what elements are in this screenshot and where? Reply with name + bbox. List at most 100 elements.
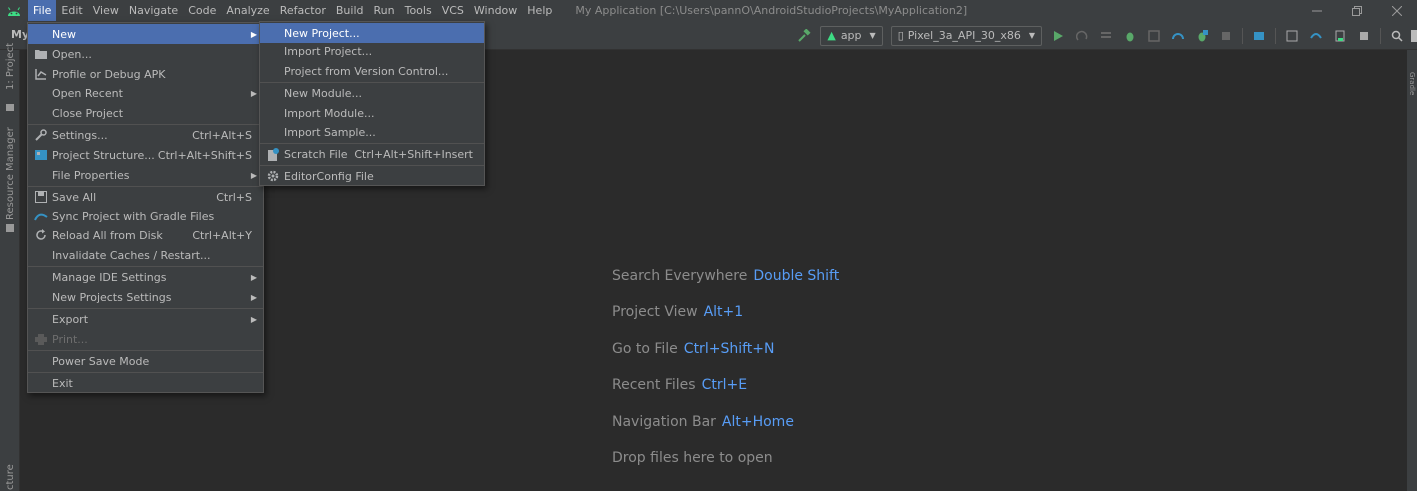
menu-file[interactable]: File — [28, 0, 57, 21]
run-configuration-select[interactable]: ▲ app ▼ — [820, 25, 883, 46]
file-menu-print: Print... — [28, 329, 263, 349]
file-menu-reload-all[interactable]: Reload All from Disk Ctrl+Alt+Y — [28, 225, 263, 245]
menu-item-label: Import Project... — [284, 44, 373, 58]
chevron-down-icon: ▼ — [869, 31, 876, 40]
hint-shortcut: Alt+1 — [703, 304, 744, 321]
toolbar-separator — [1275, 27, 1276, 44]
apply-changes-icon[interactable] — [1072, 26, 1092, 46]
layout-inspector-icon[interactable] — [1282, 26, 1302, 46]
new-menu-editorconfig-file[interactable]: EditorConfig File — [260, 166, 484, 186]
file-menu-open-recent[interactable]: Open Recent ▶ — [28, 83, 263, 103]
project-tool-window-tab[interactable]: 1: Project — [5, 43, 16, 90]
run-icon[interactable] — [1048, 26, 1068, 46]
file-menu-profile-debug-apk[interactable]: Profile or Debug APK — [28, 64, 263, 84]
right-tool-window-stripe: Gradle — [1407, 50, 1417, 491]
settings-sliver-icon[interactable] — [1409, 26, 1417, 46]
menu-item-label: Save All — [52, 190, 97, 204]
new-menu-new-module[interactable]: New Module... — [260, 83, 484, 103]
device-label: Pixel_3a_API_30_x86 — [907, 29, 1021, 42]
file-menu-file-properties[interactable]: File Properties ▶ — [28, 165, 263, 185]
file-menu-sync-gradle[interactable]: Sync Project with Gradle Files — [28, 206, 263, 226]
hint-recent-files: Recent Files Ctrl+E — [612, 377, 839, 413]
search-icon[interactable] — [1387, 26, 1407, 46]
menu-item-label: Sync Project with Gradle Files — [52, 209, 215, 223]
menu-navigate[interactable]: Navigate — [124, 0, 183, 21]
close-window-button[interactable] — [1377, 0, 1417, 21]
profile-icon[interactable] — [1168, 26, 1188, 46]
submenu-arrow-icon: ▶ — [250, 314, 257, 324]
menu-item-label: Reload All from Disk — [52, 228, 163, 242]
menu-item-shortcut: Ctrl+Alt+Shift+Insert — [354, 147, 473, 161]
new-menu-new-project[interactable]: New Project... — [260, 23, 484, 43]
file-menu-save-all[interactable]: Save All Ctrl+S — [28, 187, 263, 207]
hint-search-everywhere: Search Everywhere Double Shift — [612, 268, 839, 304]
apply-code-changes-icon[interactable] — [1096, 26, 1116, 46]
run-configuration-label: app — [840, 29, 862, 42]
menu-build[interactable]: Build — [331, 0, 369, 21]
submenu-arrow-icon: ▶ — [250, 29, 257, 39]
file-menu-invalidate-caches[interactable]: Invalidate Caches / Restart... — [28, 245, 263, 265]
new-menu-import-module[interactable]: Import Module... — [260, 103, 484, 123]
structure-tool-window-tab[interactable]: cture — [5, 464, 16, 490]
gear-icon — [265, 168, 281, 184]
file-menu-new[interactable]: New ▶ — [28, 24, 263, 44]
file-menu-close-project[interactable]: Close Project — [28, 103, 263, 123]
attach-debugger-icon[interactable] — [1192, 26, 1212, 46]
debug-bug-icon[interactable] — [1120, 26, 1140, 46]
hint-label: Search Everywhere — [612, 268, 748, 284]
hint-project-view: Project View Alt+1 — [612, 304, 839, 340]
menu-vcs[interactable]: VCS — [437, 0, 469, 21]
menu-item-label: New — [52, 27, 76, 41]
sync-gradle-icon — [33, 208, 49, 224]
restore-button[interactable] — [1337, 0, 1377, 21]
hint-drop-files: Drop files here to open — [612, 450, 839, 486]
save-icon — [33, 189, 49, 205]
file-menu-exit[interactable]: Exit — [28, 373, 263, 393]
submenu-arrow-icon: ▶ — [250, 88, 257, 98]
new-menu-import-sample[interactable]: Import Sample... — [260, 122, 484, 142]
file-menu-export[interactable]: Export ▶ — [28, 309, 263, 329]
menu-item-label: Profile or Debug APK — [52, 67, 166, 81]
menu-analyze[interactable]: Analyze — [221, 0, 274, 21]
device-select[interactable]: ▯ Pixel_3a_API_30_x86 ▼ — [890, 25, 1042, 46]
project-structure-icon[interactable] — [1249, 26, 1269, 46]
menu-view[interactable]: View — [88, 0, 124, 21]
hint-shortcut: Double Shift — [753, 268, 840, 284]
resource-manager-tab[interactable]: Resource Manager — [5, 127, 16, 220]
menu-help[interactable]: Help — [522, 0, 557, 21]
menu-code[interactable]: Code — [183, 0, 221, 21]
file-menu-open[interactable]: Open... — [28, 44, 263, 64]
hint-label: Recent Files — [612, 377, 696, 394]
file-menu-new-projects-settings[interactable]: New Projects Settings ▶ — [28, 287, 263, 307]
new-menu-project-from-vcs[interactable]: Project from Version Control... — [260, 61, 484, 81]
menu-run[interactable]: Run — [369, 0, 400, 21]
file-menu-settings[interactable]: Settings... Ctrl+Alt+S — [28, 125, 263, 145]
menu-item-label: Invalidate Caches / Restart... — [52, 248, 211, 262]
new-menu-scratch-file[interactable]: Scratch File Ctrl+Alt+Shift+Insert — [260, 144, 484, 164]
gradle-tool-window-tab[interactable]: Gradle — [1408, 72, 1416, 95]
file-menu-manage-ide-settings[interactable]: Manage IDE Settings ▶ — [28, 267, 263, 287]
menu-window[interactable]: Window — [469, 0, 522, 21]
menu-bar: File Edit View Navigate Code Analyze Ref… — [0, 0, 1417, 21]
file-menu-dropdown: New ▶ Open... Profile or Debug APK Open R… — [27, 22, 264, 393]
hint-shortcut: Ctrl+Shift+N — [683, 340, 775, 357]
menu-refactor[interactable]: Refactor — [275, 0, 331, 21]
avd-manager-icon[interactable] — [1330, 26, 1350, 46]
menu-edit[interactable]: Edit — [56, 0, 87, 21]
submenu-arrow-icon: ▶ — [250, 170, 257, 180]
run-with-coverage-icon[interactable] — [1144, 26, 1164, 46]
sync-gradle-icon[interactable] — [1306, 26, 1326, 46]
menu-item-shortcut: Ctrl+S — [216, 190, 252, 204]
sdk-manager-icon[interactable] — [1354, 26, 1374, 46]
stop-icon[interactable] — [1216, 26, 1236, 46]
profile-apk-icon — [33, 66, 49, 82]
make-project-hammer-icon[interactable] — [794, 26, 814, 46]
file-menu-power-save-mode[interactable]: Power Save Mode — [28, 351, 263, 371]
minimize-button[interactable] — [1297, 0, 1337, 21]
new-menu-import-project[interactable]: Import Project... — [260, 41, 484, 61]
file-menu-project-structure[interactable]: Project Structure... Ctrl+Alt+Shift+S — [28, 145, 263, 165]
project-structure-icon — [33, 147, 49, 163]
menu-tools[interactable]: Tools — [400, 0, 437, 21]
hint-shortcut: Ctrl+E — [701, 377, 748, 394]
toolbar-separator — [1380, 27, 1381, 44]
